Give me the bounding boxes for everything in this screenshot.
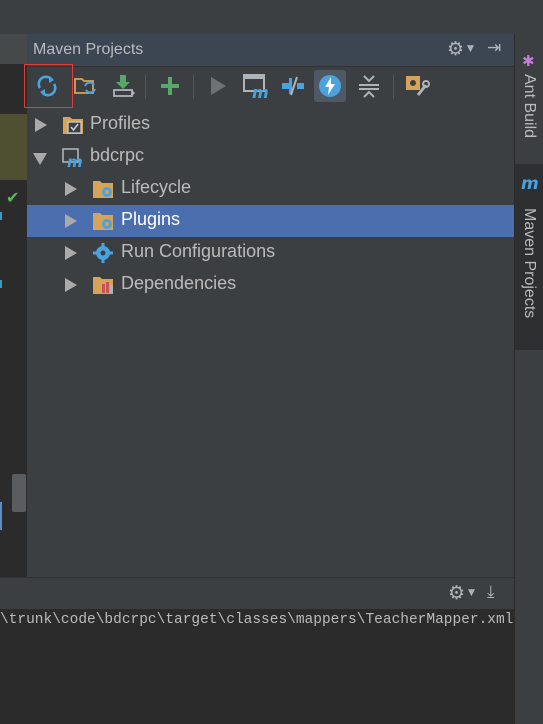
gear-icon[interactable]: ⚙ — [447, 38, 464, 60]
svg-text:m: m — [67, 153, 83, 168]
collapse-all-button[interactable] — [353, 70, 385, 102]
toggle-skip-tests-button[interactable] — [314, 70, 346, 102]
tree-label: Profiles — [90, 113, 151, 133]
tree-label: Dependencies — [121, 273, 237, 293]
profiles-folder-icon — [63, 117, 83, 134]
highlight-box — [24, 64, 73, 108]
reimport-button[interactable] — [24, 64, 73, 108]
execute-maven-goal-icon: m — [243, 74, 268, 99]
checkmark-icon: ✔ — [6, 188, 20, 207]
tree-label: Lifecycle — [121, 177, 192, 197]
maven-settings-icon — [406, 76, 430, 96]
execute-maven-goal-button[interactable]: m — [239, 70, 271, 102]
toggle-offline-mode-button[interactable] — [277, 70, 309, 102]
editor-tab-fragment[interactable] — [0, 34, 27, 64]
maven-projects-tab[interactable]: m Maven Projects — [515, 164, 543, 350]
download-sources-icon — [113, 75, 135, 97]
tree-node-dependencies[interactable]: Dependencies — [27, 269, 514, 301]
collapse-arrow-icon[interactable] — [33, 153, 47, 165]
toolbar-separator — [193, 75, 194, 99]
gear-icon — [93, 243, 113, 263]
tree-label: bdcrpc — [90, 145, 145, 165]
maven-toolbar: m — [24, 64, 514, 109]
maven-projects-label: Maven Projects — [521, 208, 538, 319]
add-maven-projects-button[interactable] — [154, 70, 186, 102]
toolbar-separator — [145, 75, 146, 99]
generate-sources-icon — [74, 78, 96, 94]
ant-icon: ✱ — [522, 52, 535, 70]
tree-label: Run Configurations — [121, 241, 276, 261]
download-sources-button[interactable] — [107, 70, 139, 102]
top-blank-strip — [0, 0, 514, 34]
tree-node-lifecycle[interactable]: Lifecycle — [27, 173, 514, 205]
plugins-folder-icon — [93, 213, 113, 230]
maven-projects-panel: Maven Projects ⚙ ▼ ⇥ m Profiles m bdcrpc… — [24, 34, 514, 577]
ant-build-label: Ant Build — [521, 74, 538, 139]
run-maven-build-icon — [211, 77, 226, 95]
chevron-down-icon[interactable]: ▼ — [468, 588, 475, 598]
change-marker — [0, 280, 2, 288]
highlighted-line-fragment — [0, 114, 27, 180]
editor-gutter-fragment: ✔ — [0, 34, 28, 577]
tree-node-plugins[interactable]: Plugins — [27, 205, 514, 237]
maven-icon: m — [521, 174, 539, 194]
hide-panel-icon[interactable]: ⇥ — [487, 38, 501, 58]
expand-arrow-icon[interactable] — [65, 182, 77, 196]
gear-icon[interactable]: ⚙ — [448, 582, 465, 604]
lifecycle-folder-icon — [93, 181, 113, 198]
toolbar-separator — [393, 75, 394, 99]
tree-label: Plugins — [121, 209, 181, 229]
expand-arrow-icon[interactable] — [65, 278, 77, 292]
tree-node-profiles[interactable]: Profiles — [27, 109, 514, 141]
expand-arrow-icon[interactable] — [35, 118, 47, 132]
svg-text:m: m — [252, 83, 268, 99]
dependencies-folder-icon — [93, 277, 113, 294]
console-output[interactable]: \trunk\code\bdcrpc\target\classes\mapper… — [0, 609, 514, 724]
hide-panel-icon[interactable]: ⤓ — [487, 582, 495, 602]
maven-settings-button[interactable] — [401, 70, 433, 102]
expand-arrow-icon[interactable] — [65, 214, 77, 228]
editor-scrollbar-thumb[interactable] — [12, 474, 26, 512]
bottom-panel-header: ⚙ ▼ ⤓ — [0, 577, 514, 610]
tree-node-project[interactable]: m bdcrpc — [27, 141, 514, 173]
collapse-all-icon — [359, 75, 379, 98]
maven-panel-header: Maven Projects ⚙ ▼ ⇥ — [27, 34, 514, 67]
panel-title: Maven Projects — [33, 41, 144, 58]
add-maven-projects-icon — [161, 77, 179, 95]
change-marker — [0, 502, 2, 530]
console-line: \trunk\code\bdcrpc\target\classes\mapper… — [0, 612, 514, 628]
generate-sources-button[interactable] — [70, 70, 102, 102]
run-maven-build-button[interactable] — [202, 70, 234, 102]
change-marker — [0, 212, 2, 220]
chevron-down-icon[interactable]: ▼ — [467, 44, 474, 54]
toggle-offline-mode-icon — [282, 76, 304, 96]
maven-module-icon: m — [62, 148, 83, 168]
toggle-skip-tests-icon — [319, 75, 341, 97]
expand-arrow-icon[interactable] — [65, 246, 77, 260]
tree-node-run-configurations[interactable]: Run Configurations — [27, 237, 514, 269]
right-tool-window-strip: ✱ Ant Build m Maven Projects — [514, 34, 543, 724]
